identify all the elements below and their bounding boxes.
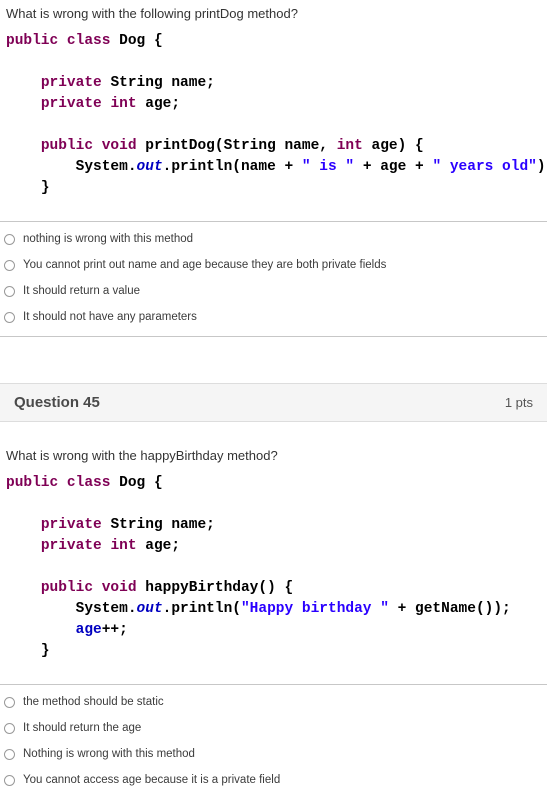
str-is: " is " [302, 159, 354, 175]
kw-int: int [110, 538, 136, 554]
sys: System. [76, 159, 137, 175]
kw-private: private [41, 538, 102, 554]
radio-icon [4, 260, 15, 271]
radio-icon [4, 775, 15, 786]
radio-icon [4, 749, 15, 760]
field-name: String name; [110, 75, 214, 91]
field-name: String name; [110, 517, 214, 533]
question-45-header: Question 45 1 pts [0, 383, 547, 422]
println-call: .println( [163, 601, 241, 617]
class-decl: Dog { [119, 475, 163, 491]
kw-int: int [337, 138, 363, 154]
kw-private: private [41, 96, 102, 112]
class-decl: Dog { [119, 33, 163, 49]
stmt-end: ); [537, 159, 547, 175]
concat-getname: + getName()); [398, 601, 511, 617]
question-45-block: What is wrong with the happyBirthday met… [0, 448, 547, 805]
brace-close: } [41, 180, 50, 196]
choice-option[interactable]: It should return a value [0, 278, 547, 304]
question-points: 1 pts [505, 395, 533, 410]
choice-label: You cannot access age because it is a pr… [23, 774, 280, 786]
kw-public: public [6, 475, 58, 491]
concat: + age + [363, 159, 424, 175]
field-age: age; [145, 96, 180, 112]
radio-icon [4, 286, 15, 297]
kw-void: void [102, 580, 137, 596]
age-ref: age [76, 622, 102, 638]
choice-label: nothing is wrong with this method [23, 233, 193, 245]
radio-icon [4, 723, 15, 734]
radio-icon [4, 234, 15, 245]
str-hb: "Happy birthday " [241, 601, 389, 617]
question-44-choices: nothing is wrong with this method You ca… [0, 222, 547, 330]
choice-option[interactable]: You cannot access age because it is a pr… [0, 767, 547, 793]
method-sig-end: age) { [372, 138, 424, 154]
question-44-code: public class Dog { private String name; … [0, 31, 547, 215]
kw-int: int [110, 96, 136, 112]
out-field: out [137, 159, 163, 175]
choice-label: It should not have any parameters [23, 311, 197, 323]
sys: System. [76, 601, 137, 617]
method-sig: printDog(String name, [145, 138, 328, 154]
choice-option[interactable]: nothing is wrong with this method [0, 226, 547, 252]
question-45-prompt: What is wrong with the happyBirthday met… [6, 448, 541, 463]
method-sig: happyBirthday() { [145, 580, 293, 596]
question-44-prompt: What is wrong with the following printDo… [6, 6, 541, 21]
out-field: out [137, 601, 163, 617]
kw-private: private [41, 75, 102, 91]
kw-public: public [41, 138, 93, 154]
question-title: Question 45 [14, 394, 100, 411]
question-44-block: What is wrong with the following printDo… [0, 6, 547, 349]
choice-option[interactable]: You cannot print out name and age becaus… [0, 252, 547, 278]
question-45-choices: the method should be static It should re… [0, 685, 547, 793]
kw-void: void [102, 138, 137, 154]
kw-class: class [67, 33, 111, 49]
question-45-code: public class Dog { private String name; … [0, 473, 547, 678]
choice-option[interactable]: It should not have any parameters [0, 304, 547, 330]
kw-class: class [67, 475, 111, 491]
println-call: .println(name + [163, 159, 294, 175]
kw-private: private [41, 517, 102, 533]
radio-icon [4, 697, 15, 708]
choice-option[interactable]: It should return the age [0, 715, 547, 741]
divider [0, 336, 547, 337]
choice-option[interactable]: the method should be static [0, 689, 547, 715]
str-years: " years old" [432, 159, 536, 175]
brace-close: } [41, 643, 50, 659]
kw-public: public [6, 33, 58, 49]
choice-label: Nothing is wrong with this method [23, 748, 195, 760]
choice-option[interactable]: Nothing is wrong with this method [0, 741, 547, 767]
kw-public: public [41, 580, 93, 596]
inc: ++; [102, 622, 128, 638]
choice-label: the method should be static [23, 696, 164, 708]
choice-label: You cannot print out name and age becaus… [23, 259, 386, 271]
choice-label: It should return a value [23, 285, 140, 297]
choice-label: It should return the age [23, 722, 141, 734]
field-age: age; [145, 538, 180, 554]
radio-icon [4, 312, 15, 323]
